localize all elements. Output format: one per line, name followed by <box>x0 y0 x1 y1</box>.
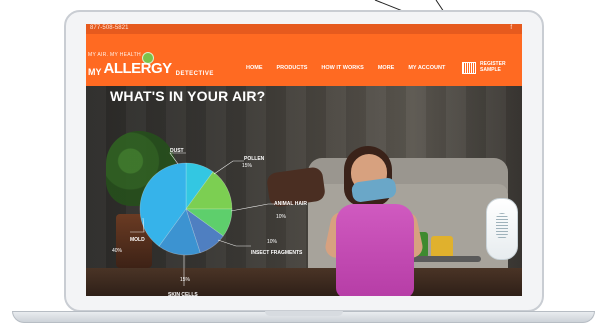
pie-label-skin-cells: SKIN CELLS <box>168 292 198 296</box>
air-composition-chart: DUST POLLEN 15% ANIMAL HAIR 10% INSECT FRAGME… <box>86 86 522 296</box>
pie-value-pollen: 15% <box>242 163 253 169</box>
pie-leader-pollen <box>213 160 244 175</box>
pie-label-pollen: POLLEN <box>244 156 265 162</box>
pie-chart <box>130 152 274 286</box>
phone-number[interactable]: 877-508-5821 <box>90 25 129 31</box>
register-sample-line-2: SAMPLE <box>480 67 501 73</box>
register-sample-label: REGISTER SAMPLE <box>480 61 520 73</box>
pie-value-skin-cells: 15% <box>180 277 191 283</box>
pie-label-animal-hair: ANIMAL HAIR <box>274 201 307 207</box>
barcode-icon <box>462 62 476 74</box>
brand-logo[interactable]: MY ALLERGY DETECTIVE <box>88 60 214 77</box>
facebook-icon[interactable]: f <box>510 25 512 31</box>
pie-label-dust: DUST <box>170 148 184 154</box>
pie-value-mold: 40% <box>112 248 123 254</box>
nav-links: HOME PRODUCTS HOW IT WORKS MORE MY ACCOU… <box>246 65 445 71</box>
laptop-base-notch <box>265 311 343 316</box>
pie-value-animal-hair: 10% <box>276 214 287 220</box>
main-navbar: MY AIR. MY HEALTH MY ALLERGY DETECTIVE H… <box>86 34 522 86</box>
brand-my: MY <box>88 67 102 77</box>
nav-home[interactable]: HOME <box>246 65 263 71</box>
register-sample-button[interactable]: REGISTER SAMPLE <box>462 61 522 81</box>
nav-products[interactable]: PRODUCTS <box>277 65 308 71</box>
nav-how-it-works[interactable]: HOW IT WORKS <box>321 65 363 71</box>
pie-label-mold: MOLD <box>130 237 145 243</box>
top-bar: 877-508-5821 f <box>86 24 522 34</box>
pie-leader-insect-fragments <box>217 239 251 247</box>
laptop-screen: 877-508-5821 f MY AIR. MY HEALTH MY ALLE… <box>86 24 522 296</box>
pie-value-insect-fragments: 10% <box>267 239 278 245</box>
brand-allergy: ALLERGY <box>103 60 173 77</box>
nav-my-account[interactable]: MY ACCOUNT <box>408 65 445 71</box>
brand-detective: DETECTIVE <box>175 71 214 77</box>
pie-leader-animal-hair <box>230 203 274 212</box>
pie-label-insect-fragments: INSECT FRAGMENTS <box>251 250 303 256</box>
brand-tagline: MY AIR. MY HEALTH <box>88 52 141 58</box>
nav-more[interactable]: MORE <box>378 65 395 71</box>
